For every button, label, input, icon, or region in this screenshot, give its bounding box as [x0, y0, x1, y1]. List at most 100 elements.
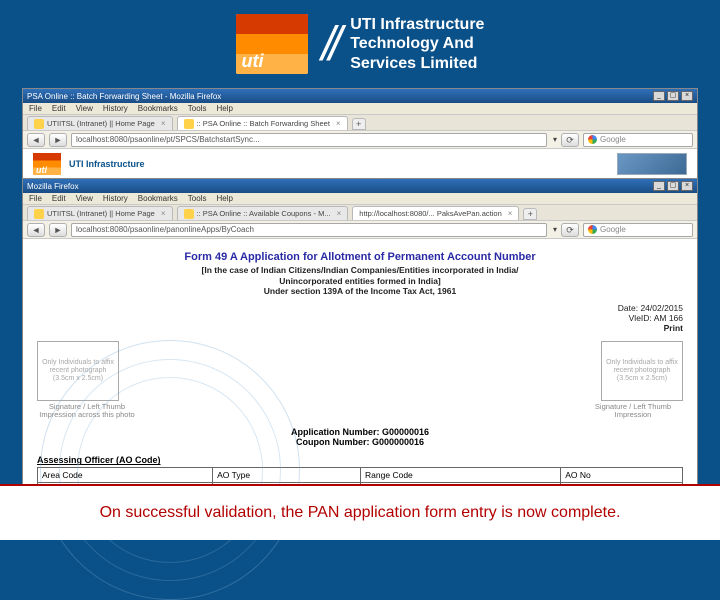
form-subtitle: [In the case of Indian Citizens/Indian C…	[37, 265, 683, 297]
tabstrip-2: UTIITSL (Intranet) || Home Page× :: PSA …	[23, 205, 697, 221]
tab-available-coupons[interactable]: :: PSA Online :: Available Coupons - M..…	[177, 206, 349, 220]
minimize-icon[interactable]: _	[653, 181, 665, 191]
form-title: Form 49 A Application for Allotment of P…	[37, 251, 683, 263]
tab-close-icon[interactable]: ×	[508, 209, 513, 218]
signature-row: Signature / Left Thumb Impression across…	[37, 403, 683, 420]
url-input-2[interactable]: localhost:8080/psaonline/panonlineApps/B…	[71, 223, 547, 237]
menu-history[interactable]: History	[103, 104, 128, 113]
menu-history[interactable]: History	[103, 194, 128, 203]
tab-label: :: PSA Online :: Batch Forwarding Sheet	[197, 119, 330, 128]
col-area-code: Area Code	[38, 468, 213, 483]
menu-help[interactable]: Help	[216, 194, 232, 203]
tab-label: :: PSA Online :: Available Coupons - M..…	[197, 209, 331, 218]
google-icon	[588, 135, 597, 144]
menu-view[interactable]: View	[76, 104, 93, 113]
tab-close-icon[interactable]: ×	[337, 209, 342, 218]
maximize-icon[interactable]: ▢	[667, 91, 679, 101]
forward-button[interactable]: ►	[49, 133, 67, 147]
menu-edit[interactable]: Edit	[52, 104, 66, 113]
form-sub-line3: Under section 139A of the Income Tax Act…	[37, 286, 683, 297]
brand-line3: Services Limited	[350, 54, 484, 73]
minimize-icon[interactable]: _	[653, 91, 665, 101]
back-button[interactable]: ◄	[27, 133, 45, 147]
slide-caption-bar: On successful validation, the PAN applic…	[0, 484, 720, 540]
search-input-1[interactable]: Google	[583, 133, 693, 147]
app-no-value: G00000016	[382, 427, 429, 437]
favicon-icon	[184, 209, 194, 219]
table-row: Area Code AO Type Range Code AO No	[38, 468, 683, 483]
form-meta: Date: 24/02/2015 VleID: AM 166 Print	[37, 303, 683, 333]
uti-logo: uti	[236, 14, 308, 74]
header-hero-image	[617, 153, 687, 175]
browser-window-2: Mozilla Firefox _ ▢ × File Edit View His…	[22, 178, 698, 508]
url-input-1[interactable]: localhost:8080/psaonline/pt/SPCS/Batchst…	[71, 133, 547, 147]
menu-help[interactable]: Help	[216, 104, 232, 113]
col-range-code: Range Code	[361, 468, 561, 483]
logo-slashes-icon: //	[322, 17, 337, 72]
coupon-value: G000000016	[372, 437, 424, 447]
photo-box-left: Only Individuals to affix recent photogr…	[37, 341, 119, 401]
menu-edit[interactable]: Edit	[52, 194, 66, 203]
tabstrip-1: UTIITSL (Intranet) || Home Page × :: PSA …	[23, 115, 697, 131]
favicon-icon	[34, 209, 44, 219]
close-icon[interactable]: ×	[681, 91, 693, 101]
coupon-label: Coupon Number:	[296, 437, 370, 447]
menu-tools[interactable]: Tools	[188, 194, 207, 203]
tab-label: UTIITSL (Intranet) || Home Page	[47, 119, 155, 128]
mini-brand-text: UTI Infrastructure	[69, 159, 145, 169]
menu-view[interactable]: View	[76, 194, 93, 203]
photo-row: Only Individuals to affix recent photogr…	[37, 341, 683, 401]
tab-intranet-2[interactable]: UTIITSL (Intranet) || Home Page×	[27, 206, 173, 220]
search-placeholder: Google	[600, 134, 626, 146]
menu-bookmarks[interactable]: Bookmarks	[138, 104, 178, 113]
ao-code-header: Assessing Officer (AO Code)	[37, 455, 683, 465]
addressbar-2: ◄ ► localhost:8080/psaonline/panonlineAp…	[23, 221, 697, 239]
vleid-value: AM 166	[654, 313, 683, 323]
menu-tools[interactable]: Tools	[188, 104, 207, 113]
tab-pan-action[interactable]: http://localhost:8080/... PaksAvePan.act…	[352, 206, 519, 220]
url-dropdown-icon[interactable]: ▾	[553, 225, 557, 234]
brand-line1: UTI Infrastructure	[350, 15, 484, 34]
logo-text: uti	[242, 51, 264, 72]
tab-close-icon[interactable]: ×	[161, 209, 166, 218]
back-button[interactable]: ◄	[27, 223, 45, 237]
search-placeholder: Google	[600, 224, 626, 236]
new-tab-button[interactable]: +	[523, 208, 537, 220]
form-49a-page: Form 49 A Application for Allotment of P…	[23, 239, 697, 507]
url-dropdown-icon[interactable]: ▾	[553, 135, 557, 144]
titlebar-1[interactable]: PSA Online :: Batch Forwarding Sheet - M…	[23, 89, 697, 103]
close-icon[interactable]: ×	[681, 181, 693, 191]
new-tab-button[interactable]: +	[352, 118, 366, 130]
print-link[interactable]: Print	[664, 323, 683, 333]
col-ao-type: AO Type	[213, 468, 361, 483]
page-header-strip: UTI Infrastructure	[23, 149, 697, 179]
menubar-1: File Edit View History Bookmarks Tools H…	[23, 103, 697, 115]
application-numbers: Application Number: G00000016 Coupon Num…	[37, 427, 683, 447]
app-no-label: Application Number:	[291, 427, 380, 437]
window-title-2: Mozilla Firefox	[27, 182, 79, 191]
tab-close-icon[interactable]: ×	[161, 119, 166, 128]
brand-header: uti // UTI Infrastructure Technology And…	[0, 0, 720, 88]
menubar-2: File Edit View History Bookmarks Tools H…	[23, 193, 697, 205]
menu-file[interactable]: File	[29, 104, 42, 113]
tab-close-icon[interactable]: ×	[336, 119, 341, 128]
brand-name: UTI Infrastructure Technology And Servic…	[350, 15, 484, 73]
search-input-2[interactable]: Google	[583, 223, 693, 237]
slide-caption: On successful validation, the PAN applic…	[100, 504, 621, 522]
tab-batch-forwarding[interactable]: :: PSA Online :: Batch Forwarding Sheet ×	[177, 116, 348, 130]
addressbar-1: ◄ ► localhost:8080/psaonline/pt/SPCS/Bat…	[23, 131, 697, 149]
reload-button[interactable]: ⟳	[561, 133, 579, 147]
favicon-icon	[34, 119, 44, 129]
menu-bookmarks[interactable]: Bookmarks	[138, 194, 178, 203]
signature-note-right: Signature / Left Thumb Impression	[583, 403, 683, 420]
reload-button[interactable]: ⟳	[561, 223, 579, 237]
browser-window-1: PSA Online :: Batch Forwarding Sheet - M…	[22, 88, 698, 180]
menu-file[interactable]: File	[29, 194, 42, 203]
form-sub-line2: Unincorporated entities formed in India]	[37, 276, 683, 287]
titlebar-2[interactable]: Mozilla Firefox _ ▢ ×	[23, 179, 697, 193]
forward-button[interactable]: ►	[49, 223, 67, 237]
date-value: 24/02/2015	[640, 303, 683, 313]
tab-intranet-1[interactable]: UTIITSL (Intranet) || Home Page ×	[27, 116, 173, 130]
maximize-icon[interactable]: ▢	[667, 181, 679, 191]
col-ao-no: AO No	[561, 468, 683, 483]
